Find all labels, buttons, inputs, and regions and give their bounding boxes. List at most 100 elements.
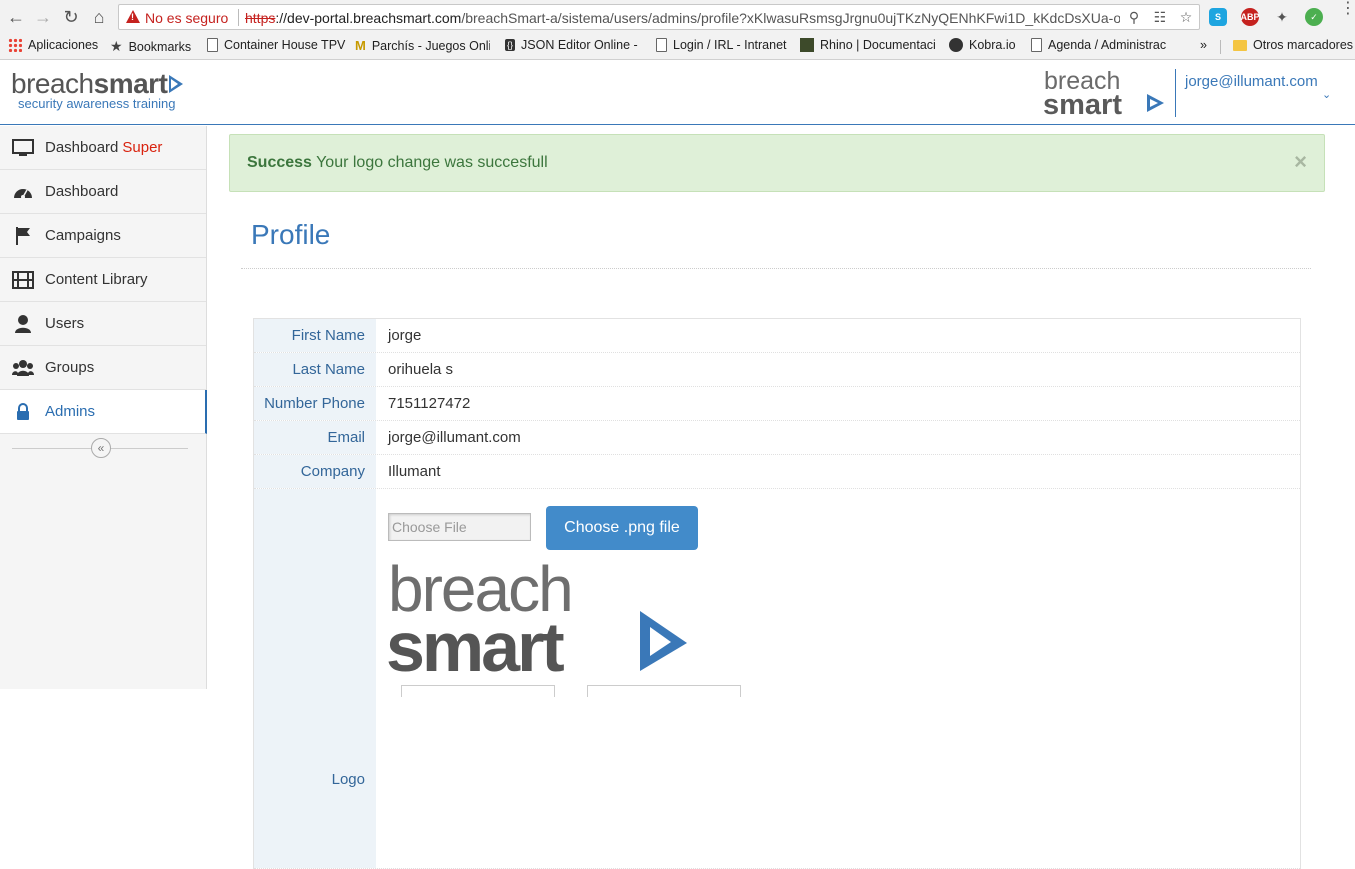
field-label: Email <box>254 421 376 454</box>
shield-extension-icon[interactable]: ✓ <box>1305 8 1323 26</box>
sidebar-item-users[interactable]: Users <box>0 302 206 346</box>
back-icon[interactable]: ← <box>5 6 27 28</box>
sidebar-item-admins[interactable]: Admins <box>0 390 207 434</box>
brand-smart: smart <box>93 68 168 99</box>
other-bookmarks[interactable]: Otros marcadores <box>1233 38 1355 52</box>
translate-icon[interactable]: ☷ <box>1151 8 1169 26</box>
table-row-logo: Logo Choose File Choose .png file breach… <box>254 489 1300 869</box>
table-row: Number Phone 7151127472 <box>254 387 1300 421</box>
company-value: Illumant <box>388 463 441 480</box>
rhino-icon <box>800 38 814 52</box>
bookmark-item[interactable]: Aplicaciones <box>8 38 100 52</box>
logo-cell: Choose File Choose .png file breach smar… <box>376 489 1300 868</box>
url-text[interactable]: https://dev-portal.breachsmart.com/breac… <box>245 10 1120 26</box>
sidebar-item-content-library[interactable]: Content Library <box>0 258 206 302</box>
browser-toolbar: ← → ↻ ⌂ No es seguro https://dev-portal.… <box>0 0 1355 34</box>
film-icon <box>12 270 34 290</box>
play-arrow-icon <box>169 75 184 93</box>
user-menu[interactable]: jorge@illumant.com <box>1185 73 1318 90</box>
brand-tagline: security awareness training <box>18 96 176 111</box>
alert-message: Your logo change was succesfull <box>316 154 548 171</box>
profile-table: First Name jorge Last Name orihuela s Nu… <box>253 318 1301 869</box>
alert-text: Success Your logo change was succesfull <box>247 154 548 172</box>
bookmarks-bar: Aplicaciones ★ Bookmarks Container House … <box>0 34 1355 60</box>
sidebar-item-campaigns[interactable]: Campaigns <box>0 214 206 258</box>
page-icon <box>1031 38 1042 52</box>
table-row: Company Illumant <box>254 455 1300 489</box>
table-row: Email jorge@illumant.com <box>254 421 1300 455</box>
bookmark-item[interactable]: Container House TPV <box>207 38 347 52</box>
header-divider <box>1175 69 1176 117</box>
field-label: Logo <box>254 489 376 868</box>
flag-icon <box>12 226 34 246</box>
url-scheme: https <box>245 10 276 26</box>
skype-extension-icon[interactable]: S <box>1209 8 1227 26</box>
sidebar-item-groups[interactable]: Groups <box>0 346 206 390</box>
address-bar[interactable]: No es seguro https://dev-portal.breachsm… <box>118 4 1200 30</box>
bookmark-item[interactable]: Agenda / Administrac <box>1031 38 1171 52</box>
app-header: breachsmart security awareness training … <box>0 61 1355 125</box>
bookmark-item[interactable]: {} JSON Editor Online - <box>505 38 640 52</box>
brand-breach: breach <box>11 68 94 99</box>
user-icon <box>12 314 34 334</box>
bookmark-item[interactable]: Login / IRL - Intranet <box>656 38 791 52</box>
header-logo-smart: smart <box>1043 89 1122 117</box>
bookmarks-divider <box>1220 40 1221 54</box>
security-status[interactable]: No es seguro <box>145 10 228 26</box>
bookmark-item[interactable]: Kobra.io <box>949 38 1024 52</box>
browser-menu-icon[interactable]: ⋮ <box>1340 1 1355 17</box>
sidebar-item-label: Campaigns <box>45 227 121 244</box>
page-icon <box>656 38 667 52</box>
email-value: jorge@illumant.com <box>388 429 521 446</box>
group-icon <box>12 358 34 378</box>
satellite-extension-icon[interactable]: ✦ <box>1273 8 1291 26</box>
chevron-down-icon[interactable]: ⌄ <box>1322 88 1331 101</box>
logo-preview-smart: smart <box>388 608 564 675</box>
sidebar-item-dashboard[interactable]: Dashboard <box>0 170 206 214</box>
forward-icon[interactable]: → <box>32 6 54 28</box>
success-alert: Success Your logo change was succesfull … <box>229 134 1325 192</box>
sidebar-item-label: Users <box>45 315 85 332</box>
bookmark-item[interactable]: M Parchís - Juegos Onli <box>355 38 490 53</box>
field-label: Number Phone <box>254 387 376 420</box>
field-label: Company <box>254 455 376 488</box>
phone-value: 7151127472 <box>388 395 471 412</box>
more-bookmarks-button[interactable]: » <box>1200 38 1212 52</box>
table-row: First Name jorge <box>254 319 1300 353</box>
file-input[interactable]: Choose File <box>388 513 531 541</box>
sidebar: Dashboard Super Dashboard Campaigns Conte… <box>0 126 207 689</box>
parchis-icon: M <box>355 38 366 53</box>
folder-icon <box>1233 39 1247 51</box>
sidebar-item-label: Content Library <box>45 271 148 288</box>
brand-logo[interactable]: breachsmart security awareness training <box>11 68 184 111</box>
kobra-icon <box>949 38 963 52</box>
reload-icon[interactable]: ↻ <box>60 6 82 28</box>
star-icon: ★ <box>110 38 123 54</box>
logo-height-field[interactable] <box>587 685 741 697</box>
page-icon <box>207 38 218 52</box>
company-logo: breach smart <box>1043 69 1164 117</box>
page-title: Profile <box>251 219 331 250</box>
url-host: ://dev-portal.breachsmart.com <box>275 10 462 26</box>
zoom-icon[interactable]: ⚲ <box>1125 8 1143 26</box>
double-chevron-left-icon[interactable]: « <box>91 438 111 458</box>
lock-icon <box>12 402 34 422</box>
close-icon[interactable]: × <box>1294 149 1307 175</box>
bookmark-item[interactable]: ★ Bookmarks <box>110 38 200 55</box>
json-icon: {} <box>505 39 516 51</box>
bookmark-item[interactable]: Rhino | Documentaci <box>800 38 938 52</box>
adblock-extension-icon[interactable]: ABP <box>1241 8 1260 26</box>
alert-strong: Success <box>247 154 312 171</box>
sidebar-item-dashboard-super[interactable]: Dashboard Super <box>0 126 206 170</box>
omnibox-divider <box>238 9 239 26</box>
sidebar-item-label: Admins <box>45 403 96 420</box>
logo-width-field[interactable] <box>401 685 555 697</box>
table-row: Last Name orihuela s <box>254 353 1300 387</box>
choose-png-button[interactable]: Choose .png file <box>546 506 698 550</box>
home-icon[interactable]: ⌂ <box>88 6 110 28</box>
speedometer-icon <box>12 182 34 202</box>
bookmark-star-icon[interactable]: ☆ <box>1177 8 1195 26</box>
first-name-value: jorge <box>388 327 422 344</box>
super-badge: Super <box>122 139 163 156</box>
last-name-value: orihuela s <box>388 361 454 378</box>
